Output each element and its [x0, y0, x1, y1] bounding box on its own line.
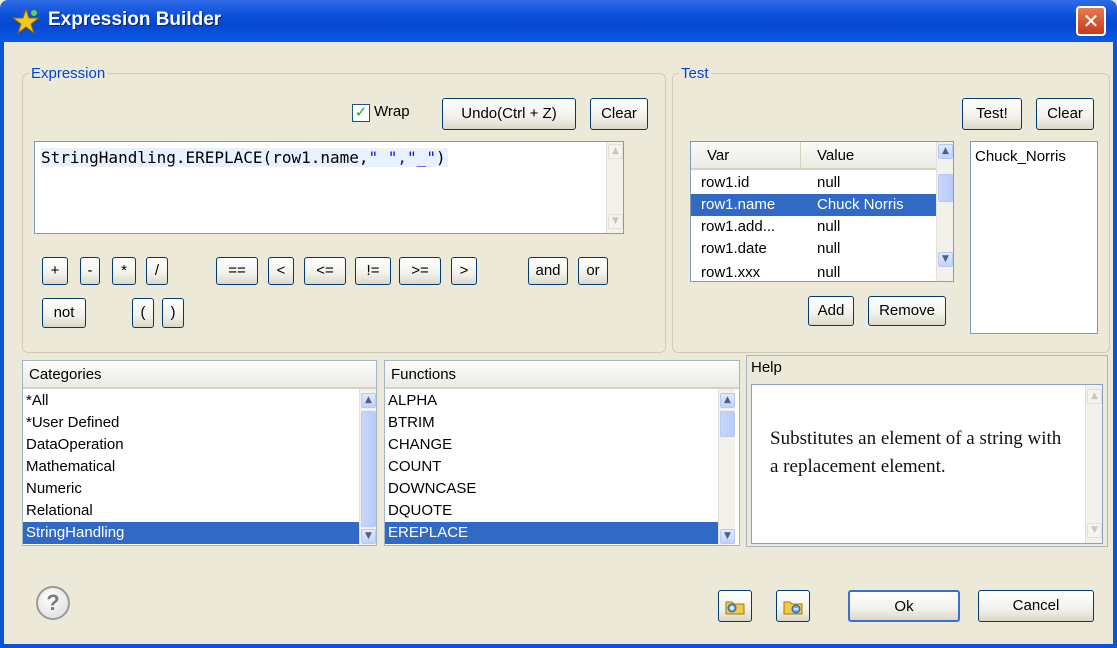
op-multiply-button[interactable]: *	[112, 257, 136, 285]
table-row[interactable]: row1.name Chuck Norris	[691, 194, 936, 216]
functions-list[interactable]: Functions ALPHA BTRIM CHANGE COUNT DOWNC…	[384, 360, 740, 546]
export-button[interactable]	[776, 590, 810, 622]
star-app-icon	[12, 8, 40, 34]
functions-header: Functions	[385, 361, 739, 389]
expression-clear-button[interactable]: Clear	[590, 98, 648, 130]
table-row[interactable]: row1.xxx null	[691, 262, 936, 281]
help-header: Help	[751, 359, 782, 376]
undo-button[interactable]: Undo(Ctrl + Z)	[442, 98, 576, 130]
wrap-label: Wrap	[374, 103, 410, 120]
expression-text-suffix: )	[435, 148, 446, 167]
list-item[interactable]: *User Defined	[23, 412, 359, 434]
test-result-box[interactable]: Chuck_Norris	[970, 141, 1098, 334]
list-item[interactable]: *All	[23, 390, 359, 412]
list-item[interactable]: ALPHA	[385, 390, 718, 412]
list-item[interactable]: COUNT	[385, 456, 718, 478]
list-item-selected[interactable]: EREPLACE	[385, 522, 718, 544]
list-item[interactable]: DOWNCASE	[385, 478, 718, 500]
op-minus-button[interactable]: -	[80, 257, 100, 285]
categories-header: Categories	[23, 361, 376, 389]
list-item[interactable]: CHANGE	[385, 434, 718, 456]
list-item[interactable]: DQUOTE	[385, 500, 718, 522]
scroll-up-icon[interactable]: ▲	[938, 144, 953, 159]
scroll-down-icon[interactable]: ▼	[938, 252, 953, 267]
table-cell-value: null	[817, 218, 841, 235]
list-item[interactable]: Relational	[23, 500, 359, 522]
remove-button[interactable]: Remove	[868, 296, 946, 326]
op-open-paren-button[interactable]: (	[132, 298, 154, 328]
table-scrollbar[interactable]: ▲ ▼	[936, 142, 953, 281]
ok-button[interactable]: Ok	[848, 590, 960, 622]
list-item[interactable]: BTRIM	[385, 412, 718, 434]
list-item[interactable]: DataOperation	[23, 434, 359, 456]
expression-scrollbar[interactable]: ▲ ▼	[606, 142, 623, 233]
op-greater-button[interactable]: >	[451, 257, 477, 285]
export-folder-icon	[783, 601, 803, 615]
scroll-thumb[interactable]	[361, 411, 376, 527]
var-column-header[interactable]: Var	[691, 142, 801, 170]
help-scrollbar[interactable]: ▲ ▼	[1085, 385, 1102, 543]
expression-legend: Expression	[31, 65, 106, 82]
table-row[interactable]: row1.add... null	[691, 216, 936, 238]
help-text: Substitutes an element of a string with …	[770, 428, 1062, 477]
list-item[interactable]: Mathematical	[23, 456, 359, 478]
op-less-button[interactable]: <	[268, 257, 294, 285]
op-equals-button[interactable]: ==	[216, 257, 258, 285]
scroll-up-icon[interactable]: ▲	[608, 144, 623, 159]
op-greater-equal-button[interactable]: >=	[399, 257, 441, 285]
op-and-button[interactable]: and	[528, 257, 568, 285]
expression-string-args: " ","_"	[368, 148, 436, 167]
table-row[interactable]: row1.date null	[691, 238, 936, 260]
table-cell-var: row1.add...	[701, 218, 776, 235]
table-cell-value: Chuck Norris	[817, 196, 904, 213]
categories-scrollbar[interactable]: ▲ ▼	[359, 389, 376, 545]
scroll-up-icon[interactable]: ▲	[1087, 389, 1102, 404]
value-column-header[interactable]: Value	[801, 142, 936, 170]
test-clear-button[interactable]: Clear	[1036, 98, 1094, 130]
expression-text-prefix: StringHandling.EREPLACE(row1.name,	[41, 148, 369, 167]
close-button[interactable]: ✕	[1076, 6, 1106, 36]
scroll-down-icon[interactable]: ▼	[720, 529, 735, 544]
test-legend: Test	[681, 65, 709, 82]
op-plus-button[interactable]: +	[42, 257, 68, 285]
table-cell-var: row1.name	[701, 196, 776, 213]
test-button[interactable]: Test!	[962, 98, 1022, 130]
help-panel: Help Substitutes an element of a string …	[746, 355, 1108, 547]
add-button[interactable]: Add	[808, 296, 854, 326]
wrap-checkbox[interactable]: ✓	[352, 104, 370, 122]
import-folder-icon	[725, 601, 745, 615]
scroll-up-icon[interactable]: ▲	[720, 393, 735, 408]
categories-list[interactable]: Categories *All *User Defined DataOperat…	[22, 360, 377, 546]
op-less-equal-button[interactable]: <=	[304, 257, 346, 285]
functions-scrollbar[interactable]: ▲ ▼	[718, 389, 735, 545]
op-or-button[interactable]: or	[578, 257, 608, 285]
op-not-equal-button[interactable]: !=	[355, 257, 391, 285]
table-cell-var: row1.id	[701, 174, 750, 191]
help-question-icon[interactable]: ?	[36, 586, 70, 620]
scroll-down-icon[interactable]: ▼	[608, 214, 623, 229]
op-divide-button[interactable]: /	[146, 257, 168, 285]
scroll-thumb[interactable]	[938, 174, 953, 202]
scroll-down-icon[interactable]: ▼	[361, 529, 376, 544]
table-cell-value: null	[817, 174, 841, 191]
expression-editor[interactable]: StringHandling.EREPLACE(row1.name," ","_…	[34, 141, 624, 234]
table-cell-value: null	[817, 240, 841, 257]
test-result-text: Chuck_Norris	[975, 148, 1066, 165]
scroll-down-icon[interactable]: ▼	[1087, 523, 1102, 538]
scroll-up-icon[interactable]: ▲	[361, 393, 376, 408]
scroll-thumb[interactable]	[720, 411, 735, 437]
table-cell-var: row1.xxx	[701, 264, 761, 281]
list-item[interactable]: Numeric	[23, 478, 359, 500]
table-cell-var: row1.date	[701, 240, 767, 257]
op-not-button[interactable]: not	[42, 298, 86, 328]
table-row[interactable]: row1.id null	[691, 172, 936, 194]
help-text-area[interactable]: Substitutes an element of a string with …	[751, 384, 1103, 544]
window-title: Expression Builder	[48, 9, 222, 30]
op-close-paren-button[interactable]: )	[162, 298, 184, 328]
import-button[interactable]	[718, 590, 752, 622]
list-item-selected[interactable]: StringHandling	[23, 522, 359, 544]
table-cell-value: null	[817, 264, 841, 281]
test-variables-table[interactable]: Var Value row1.id null row1.name Chuck N…	[690, 141, 954, 282]
cancel-button[interactable]: Cancel	[978, 590, 1094, 622]
